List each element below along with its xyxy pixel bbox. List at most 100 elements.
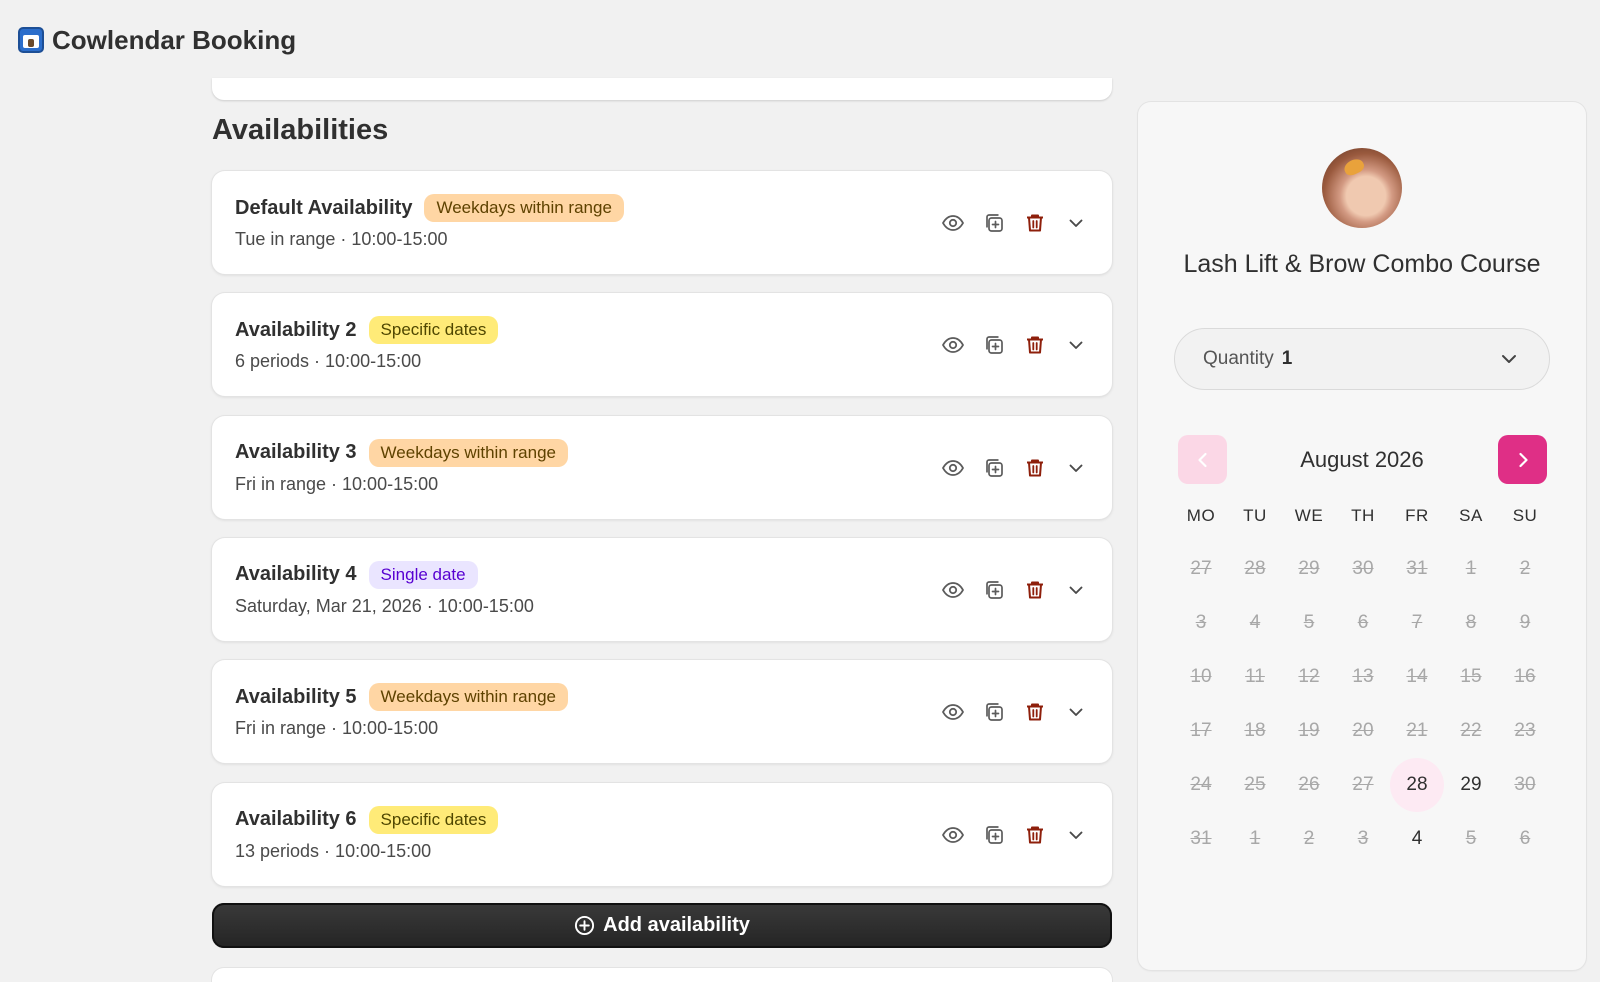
add-availability-button[interactable]: Add availability bbox=[212, 903, 1112, 948]
calendar-day-available[interactable]: 28 bbox=[1390, 758, 1444, 812]
trash-icon[interactable] bbox=[1021, 331, 1049, 359]
calendar-day-unavailable: 16 bbox=[1514, 666, 1536, 687]
availability-name: Availability 2 bbox=[235, 318, 357, 341]
chevron-down-icon[interactable] bbox=[1062, 454, 1090, 482]
calendar-day-unavailable: 2 bbox=[1519, 558, 1531, 579]
calendar-week: 17 18 19 20 21 22 23 bbox=[1174, 704, 1552, 758]
availability-card[interactable]: Availability 3 Weekdays within range Fri i… bbox=[212, 415, 1112, 519]
calendar-day-unavailable: 24 bbox=[1190, 774, 1212, 795]
calendar-day-unavailable: 3 bbox=[1195, 612, 1207, 633]
availability-card[interactable]: Availability 5 Weekdays within range Fri i… bbox=[212, 660, 1112, 764]
eye-icon[interactable] bbox=[939, 454, 967, 482]
calendar-day-unavailable: 20 bbox=[1352, 720, 1374, 741]
chevron-down-icon[interactable] bbox=[1062, 209, 1090, 237]
availability-name: Availability 3 bbox=[235, 441, 357, 464]
availability-type-badge: Weekdays within range bbox=[368, 438, 568, 467]
availability-card[interactable]: Default Availability Weekdays within rang… bbox=[212, 171, 1112, 274]
duplicate-icon[interactable] bbox=[980, 331, 1008, 359]
calendar-day-unavailable: 5 bbox=[1303, 612, 1315, 633]
availability-type-badge: Specific dates bbox=[368, 316, 499, 345]
calendar-day-unavailable: 23 bbox=[1514, 720, 1536, 741]
calendar-day-unavailable: 18 bbox=[1244, 720, 1266, 741]
availability-name: Default Availability bbox=[235, 196, 413, 219]
eye-icon[interactable] bbox=[939, 331, 967, 359]
calendar-day-unavailable: 13 bbox=[1352, 666, 1374, 687]
duplicate-icon[interactable] bbox=[980, 821, 1008, 849]
trash-icon[interactable] bbox=[1021, 821, 1049, 849]
calendar-day-unavailable: 3 bbox=[1357, 828, 1369, 849]
duplicate-icon[interactable] bbox=[980, 209, 1008, 237]
weekday-header: MO TU WE TH FR SA SU bbox=[1174, 502, 1552, 530]
eye-icon[interactable] bbox=[939, 698, 967, 726]
calendar-day-unavailable: 19 bbox=[1298, 720, 1320, 741]
availability-card[interactable]: Availability 4 Single date Saturday, Mar 2… bbox=[212, 537, 1112, 641]
calendar-day-available[interactable]: 4 bbox=[1390, 812, 1444, 866]
chevron-down-icon[interactable] bbox=[1062, 331, 1090, 359]
calendar-day-unavailable: 17 bbox=[1190, 720, 1212, 741]
eye-icon[interactable] bbox=[939, 576, 967, 604]
chevron-down-icon[interactable] bbox=[1062, 821, 1090, 849]
calendar-week: 24 25 26 27 28 29 30 bbox=[1174, 758, 1552, 812]
app-logo-icon bbox=[18, 27, 44, 53]
chevron-right-icon bbox=[1518, 452, 1528, 467]
availability-type-badge: Single date bbox=[368, 560, 478, 589]
trash-icon[interactable] bbox=[1021, 698, 1049, 726]
chevron-down-icon[interactable] bbox=[1062, 576, 1090, 604]
trash-icon[interactable] bbox=[1021, 209, 1049, 237]
availability-summary: Fri in range · 10:00-15:00 bbox=[235, 718, 439, 739]
calendar-day-unavailable: 2 bbox=[1303, 828, 1315, 849]
calendar-day-unavailable: 6 bbox=[1357, 612, 1369, 633]
calendar-day-unavailable: 31 bbox=[1190, 828, 1212, 849]
weekday-label: WE bbox=[1294, 506, 1324, 525]
duplicate-icon[interactable] bbox=[980, 454, 1008, 482]
app-title: Cowlendar Booking bbox=[52, 24, 297, 55]
availability-card[interactable]: Availability 2 Specific dates 6 periods · … bbox=[212, 293, 1112, 397]
quantity-select[interactable]: Quantity 1 bbox=[1174, 328, 1550, 390]
trash-icon[interactable] bbox=[1021, 576, 1049, 604]
calendar-day-unavailable: 26 bbox=[1298, 774, 1320, 795]
availability-summary: Fri in range · 10:00-15:00 bbox=[235, 473, 439, 494]
quantity-value: 1 bbox=[1281, 348, 1293, 369]
calendar-day-unavailable: 22 bbox=[1460, 720, 1482, 741]
calendar-day-unavailable: 14 bbox=[1406, 666, 1428, 687]
calendar-day-unavailable: 4 bbox=[1249, 612, 1261, 633]
chevron-down-icon[interactable] bbox=[1062, 698, 1090, 726]
plus-circle-icon bbox=[575, 915, 595, 936]
duplicate-icon[interactable] bbox=[980, 576, 1008, 604]
calendar-day-unavailable: 30 bbox=[1514, 774, 1536, 795]
next-card bbox=[212, 968, 1112, 982]
calendar-day-unavailable: 30 bbox=[1352, 558, 1374, 579]
calendar-day-unavailable: 15 bbox=[1460, 666, 1482, 687]
duplicate-icon[interactable] bbox=[980, 698, 1008, 726]
calendar-day-unavailable: 7 bbox=[1411, 612, 1423, 633]
weekday-label: MO bbox=[1186, 506, 1216, 525]
calendar-day-unavailable: 5 bbox=[1465, 828, 1477, 849]
availability-summary: 13 periods · 10:00-15:00 bbox=[235, 840, 432, 861]
chevron-down-icon bbox=[1502, 355, 1516, 363]
weekday-label: TH bbox=[1351, 506, 1375, 525]
eye-icon[interactable] bbox=[939, 821, 967, 849]
availability-card[interactable]: Availability 6 Specific dates 13 periods ·… bbox=[212, 782, 1112, 886]
top-bar: Cowlendar Booking bbox=[0, 0, 1600, 80]
calendar-week: 27 28 29 30 31 1 2 bbox=[1174, 542, 1552, 596]
weekday-label: TU bbox=[1243, 506, 1267, 525]
calendar-day-unavailable: 27 bbox=[1190, 558, 1212, 579]
calendar-day-unavailable: 29 bbox=[1298, 558, 1320, 579]
next-month-button[interactable] bbox=[1498, 435, 1547, 484]
availability-type-badge: Weekdays within range bbox=[424, 194, 624, 222]
eye-icon[interactable] bbox=[939, 209, 967, 237]
service-name: Lash Lift & Brow Combo Course bbox=[1183, 250, 1541, 278]
trash-icon[interactable] bbox=[1021, 454, 1049, 482]
calendar-day-unavailable: 9 bbox=[1519, 612, 1531, 633]
calendar-day-available[interactable]: 29 bbox=[1444, 758, 1498, 812]
calendar-day-unavailable: 31 bbox=[1406, 558, 1428, 579]
availability-type-badge: Specific dates bbox=[368, 805, 499, 834]
availability-summary: Saturday, Mar 21, 2026 · 10:00-15:00 bbox=[235, 595, 534, 616]
calendar-day-unavailable: 27 bbox=[1352, 774, 1374, 795]
calendar-week: 3 4 5 6 7 8 9 bbox=[1174, 596, 1552, 650]
calendar-day-unavailable: 1 bbox=[1249, 828, 1261, 849]
booking-preview-panel: Lash Lift & Brow Combo Course Quantity 1… bbox=[1138, 102, 1586, 970]
availability-name: Availability 5 bbox=[235, 685, 357, 708]
availability-summary: 6 periods · 10:00-15:00 bbox=[235, 351, 422, 372]
calendar-grid: MO TU WE TH FR SA SU 27 28 29 30 31 1 2 3 4 5 6 7 8 9 10 11 12 1… bbox=[1174, 502, 1552, 866]
